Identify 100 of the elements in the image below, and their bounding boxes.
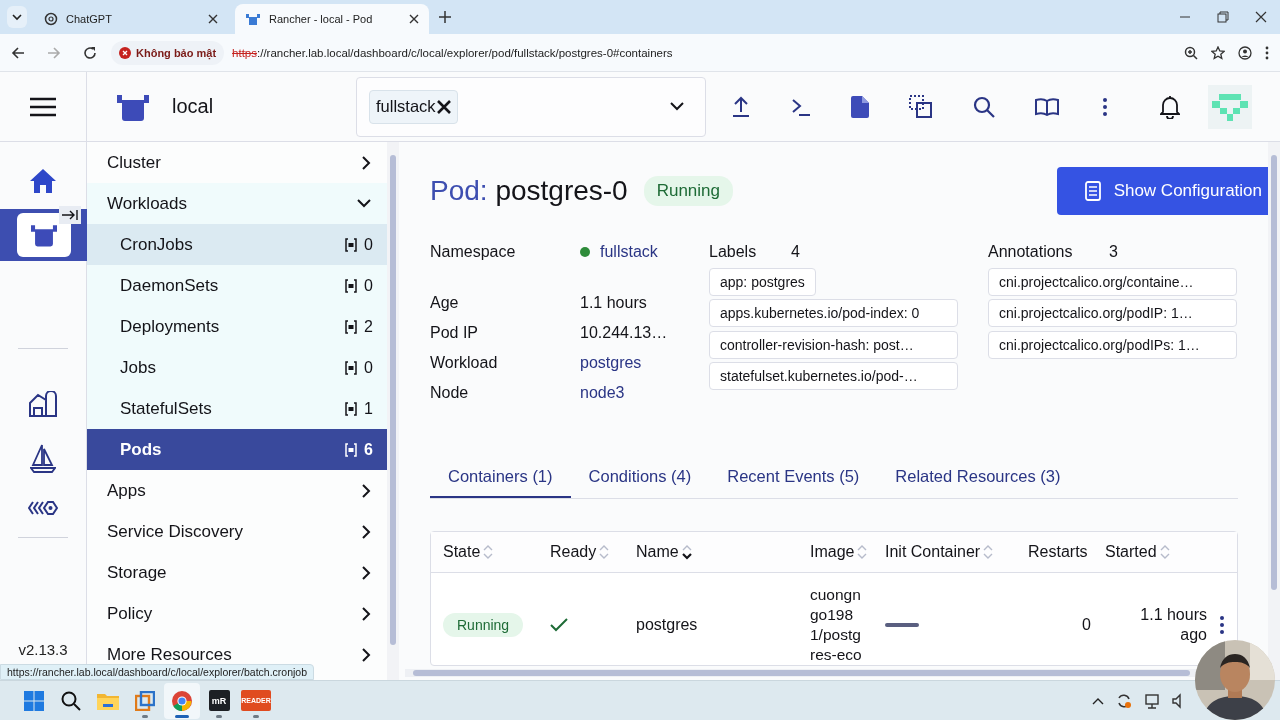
- scrollbar[interactable]: [1268, 142, 1280, 680]
- detail-tab[interactable]: Recent Events (5): [709, 460, 878, 498]
- chevron-right-icon: [362, 524, 371, 539]
- scrollbar[interactable]: [387, 142, 399, 680]
- detail-link[interactable]: fullstack: [600, 243, 658, 261]
- nav-item[interactable]: CronJobs 0: [87, 224, 387, 265]
- column-header[interactable]: Started: [1105, 543, 1207, 561]
- nav-item[interactable]: Deployments 2: [87, 306, 387, 347]
- scrollbar[interactable]: [405, 669, 1198, 677]
- home-icon[interactable]: [30, 169, 56, 193]
- file-icon[interactable]: [851, 95, 869, 118]
- column-header[interactable]: Init Container: [885, 543, 1028, 561]
- detail-link[interactable]: postgres: [580, 354, 642, 372]
- nav-group[interactable]: Workloads: [87, 183, 387, 224]
- detail-link[interactable]: node3: [580, 384, 625, 402]
- caret-up-icon[interactable]: [1092, 696, 1104, 705]
- page-title: Pod: postgres-0: [430, 175, 628, 207]
- new-tab-icon[interactable]: [439, 11, 451, 23]
- browser-tab[interactable]: Rancher - local - Pod: [235, 4, 429, 34]
- search-icon[interactable]: [61, 690, 81, 711]
- item-count: 3: [1109, 243, 1118, 261]
- copy-icon[interactable]: [909, 94, 933, 119]
- zoom-icon[interactable]: [1184, 45, 1198, 60]
- menu-icon[interactable]: [1265, 45, 1269, 60]
- chevron-right-icon: [362, 483, 371, 498]
- column-header[interactable]: Ready: [550, 543, 636, 561]
- overlapping-windows-icon[interactable]: [135, 690, 155, 711]
- filter-chip[interactable]: fullstack: [369, 89, 458, 124]
- app-icon[interactable]: mR: [208, 690, 230, 711]
- detail-tab[interactable]: Containers (1): [430, 460, 571, 498]
- address-field[interactable]: https://rancher.lab.local/dashboard/c/local/explorer/pod/fullstack/postgres-0#containers: [232, 46, 673, 59]
- reload-icon[interactable]: [83, 45, 97, 60]
- annotation-chip: cni.projectcalico.org/podIP: 1…: [988, 299, 1237, 327]
- nav-item[interactable]: StatefulSets 1: [87, 388, 387, 429]
- section-title: Labels: [709, 243, 758, 261]
- item-count: 1: [364, 399, 373, 418]
- table-cell-text: cuongngo1981/postgres-eco: [810, 585, 863, 665]
- back-icon[interactable]: [11, 45, 25, 60]
- browser-tab[interactable]: ChatGPT: [34, 4, 228, 34]
- sync-icon[interactable]: [1116, 692, 1132, 709]
- star-icon[interactable]: [1211, 45, 1225, 60]
- taskbar-button[interactable]: mR: [201, 682, 237, 719]
- nav-group[interactable]: Storage: [87, 552, 387, 593]
- start-icon[interactable]: [24, 690, 44, 711]
- close-icon[interactable]: [409, 14, 419, 24]
- bull-logo-icon[interactable]: [117, 92, 149, 121]
- section-title: Annotations: [988, 243, 1074, 261]
- cluster-rail-item[interactable]: [0, 209, 87, 261]
- nav-group[interactable]: Cluster: [87, 142, 387, 183]
- running-indicator: [175, 714, 189, 718]
- resource-icon: [344, 278, 359, 293]
- document-icon: [1084, 181, 1101, 201]
- search-icon[interactable]: [973, 95, 995, 118]
- namespace-select[interactable]: fullstack: [356, 76, 706, 137]
- detail-label: Workload: [430, 354, 499, 372]
- more-icon[interactable]: [1102, 96, 1108, 117]
- browser-icon[interactable]: [172, 690, 192, 711]
- barn-icon[interactable]: [29, 391, 57, 417]
- item-count: 4: [791, 243, 800, 261]
- tab-list-button[interactable]: [7, 6, 27, 28]
- resource-icon: [344, 401, 359, 416]
- menu-icon[interactable]: [30, 96, 56, 117]
- nav-group[interactable]: Apps: [87, 470, 387, 511]
- state-badge: Running: [443, 613, 524, 637]
- profile-icon[interactable]: [1238, 45, 1252, 60]
- show-configuration-button[interactable]: Show Configuration: [1056, 167, 1268, 215]
- nav-item[interactable]: Pods 6: [87, 429, 387, 470]
- table-cell-text: 1.1 hours ago: [1139, 605, 1207, 645]
- nav-group[interactable]: Service Discovery: [87, 511, 387, 552]
- nav-group[interactable]: Policy: [87, 593, 387, 634]
- column-header[interactable]: Image: [810, 543, 885, 561]
- nav-item[interactable]: DaemonSets 0: [87, 265, 387, 306]
- close-icon[interactable]: [1255, 11, 1267, 23]
- caret-icon[interactable]: [670, 102, 684, 111]
- more-icon[interactable]: [1219, 615, 1225, 635]
- terminal-icon[interactable]: [791, 96, 811, 117]
- bell-icon[interactable]: [1160, 94, 1180, 119]
- collapse-icon[interactable]: [58, 206, 81, 224]
- detail-tab[interactable]: Related Resources (3): [877, 460, 1079, 498]
- network-icon[interactable]: [1144, 692, 1160, 709]
- close-icon[interactable]: [208, 14, 218, 24]
- column-header[interactable]: State: [443, 543, 550, 561]
- chevron-right-icon: [362, 606, 371, 621]
- sailboat-icon[interactable]: [30, 444, 56, 474]
- detail-tab[interactable]: Conditions (4): [570, 460, 710, 498]
- hexagon-arrows-icon[interactable]: [28, 501, 58, 515]
- detail-label: Pod IP: [430, 324, 480, 342]
- restore-icon[interactable]: [1217, 11, 1229, 23]
- column-header: Restarts: [1028, 543, 1089, 561]
- upload-icon[interactable]: [731, 95, 751, 118]
- nav-item[interactable]: Jobs 0: [87, 347, 387, 388]
- resource-icon: [344, 319, 359, 334]
- table-cell: 0: [1082, 616, 1091, 634]
- cluster-name: local: [172, 95, 215, 118]
- close-icon[interactable]: [436, 99, 451, 114]
- book-icon[interactable]: [1035, 97, 1059, 116]
- security-chip[interactable]: Không bảo mật: [111, 40, 225, 65]
- column-header[interactable]: Name: [636, 543, 810, 561]
- resource-icon: [344, 360, 359, 375]
- folder-icon[interactable]: [97, 691, 119, 710]
